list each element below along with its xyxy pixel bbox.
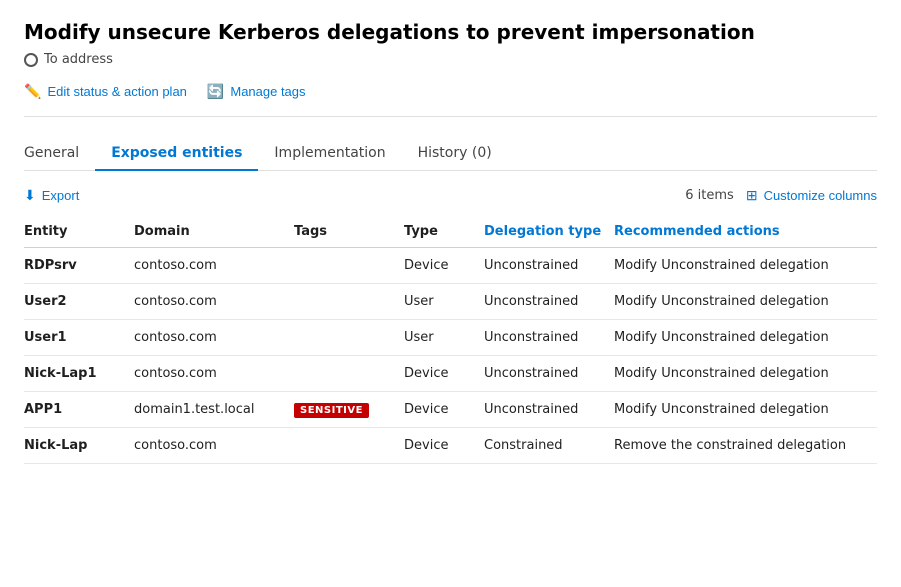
sensitive-badge: SENSITIVE (294, 403, 369, 418)
status-label: To address (44, 52, 113, 67)
cell-recommended: Modify Unconstrained delegation (614, 284, 877, 320)
toolbar-row: ⬇ Export 6 items ⊞ Customize columns (24, 187, 877, 204)
cell-domain: contoso.com (134, 428, 294, 464)
cell-tags (294, 356, 404, 392)
col-entity-header: Entity (24, 216, 134, 248)
cell-delegation: Unconstrained (484, 284, 614, 320)
actions-row: ✏️ Edit status & action plan 🔄 Manage ta… (24, 83, 877, 117)
cell-recommended: Modify Unconstrained delegation (614, 356, 877, 392)
cell-delegation: Unconstrained (484, 392, 614, 428)
tab-general[interactable]: General (24, 137, 95, 171)
entity-name: APP1 (24, 402, 62, 417)
cell-delegation: Constrained (484, 428, 614, 464)
edit-label: Edit status & action plan (47, 84, 186, 99)
cell-recommended: Modify Unconstrained delegation (614, 392, 877, 428)
edit-status-button[interactable]: ✏️ Edit status & action plan (24, 83, 187, 100)
col-recommended-header: Recommended actions (614, 216, 877, 248)
cell-entity: Nick-Lap (24, 428, 134, 464)
cell-type: Device (404, 248, 484, 284)
cell-type: Device (404, 392, 484, 428)
cell-tags (294, 428, 404, 464)
cell-entity: RDPsrv (24, 248, 134, 284)
cell-recommended: Remove the constrained delegation (614, 428, 877, 464)
cell-tags: SENSITIVE (294, 392, 404, 428)
items-count: 6 items (685, 188, 734, 203)
download-icon: ⬇ (24, 187, 36, 204)
cell-type: Device (404, 356, 484, 392)
cell-type: User (404, 284, 484, 320)
cell-entity: User1 (24, 320, 134, 356)
cell-domain: contoso.com (134, 248, 294, 284)
cell-delegation: Unconstrained (484, 320, 614, 356)
export-button[interactable]: ⬇ Export (24, 187, 79, 204)
cell-entity: Nick-Lap1 (24, 356, 134, 392)
tabs-row: General Exposed entities Implementation … (24, 137, 877, 171)
table-row: RDPsrv contoso.com DeviceUnconstrainedModi… (24, 248, 877, 284)
tag-icon: 🔄 (207, 83, 224, 100)
col-domain-header: Domain (134, 216, 294, 248)
cell-tags (294, 248, 404, 284)
tab-exposed[interactable]: Exposed entities (95, 137, 258, 171)
toolbar-right: 6 items ⊞ Customize columns (685, 187, 877, 204)
customize-label: Customize columns (764, 188, 877, 203)
manage-tags-button[interactable]: 🔄 Manage tags (207, 83, 306, 100)
cell-type: User (404, 320, 484, 356)
cell-delegation: Unconstrained (484, 248, 614, 284)
cell-recommended: Modify Unconstrained delegation (614, 248, 877, 284)
export-label: Export (42, 188, 80, 203)
cell-recommended: Modify Unconstrained delegation (614, 320, 877, 356)
cell-tags (294, 284, 404, 320)
table-header-row: Entity Domain Tags Type Delegation type … (24, 216, 877, 248)
table-row: Nick-Lap1 contoso.com DeviceUnconstrainedM… (24, 356, 877, 392)
table-row: User1 contoso.com UserUnconstrainedModify … (24, 320, 877, 356)
columns-icon: ⊞ (746, 187, 758, 204)
cell-tags (294, 320, 404, 356)
page-title: Modify unsecure Kerberos delegations to … (24, 20, 877, 44)
entity-name: Nick-Lap1 (24, 366, 97, 381)
entity-name: Nick-Lap (24, 438, 87, 453)
manage-label: Manage tags (230, 84, 305, 99)
cell-domain: contoso.com (134, 356, 294, 392)
col-delegation-header: Delegation type (484, 216, 614, 248)
entity-name: User2 (24, 294, 67, 309)
status-circle-icon (24, 53, 38, 67)
entity-name: User1 (24, 330, 67, 345)
cell-delegation: Unconstrained (484, 356, 614, 392)
tab-history[interactable]: History (0) (402, 137, 508, 171)
tab-implementation[interactable]: Implementation (258, 137, 401, 171)
table-row: APP1 domain1.test.localSENSITIVE DeviceUnc… (24, 392, 877, 428)
cell-domain: contoso.com (134, 284, 294, 320)
table-row: Nick-Lap contoso.com DeviceConstrainedRemo… (24, 428, 877, 464)
cell-entity: APP1 (24, 392, 134, 428)
status-row: To address (24, 52, 877, 67)
customize-columns-button[interactable]: ⊞ Customize columns (746, 187, 877, 204)
col-type-header: Type (404, 216, 484, 248)
edit-icon: ✏️ (24, 83, 41, 100)
entity-name: RDPsrv (24, 258, 77, 273)
col-tags-header: Tags (294, 216, 404, 248)
entities-table: Entity Domain Tags Type Delegation type … (24, 216, 877, 464)
cell-domain: domain1.test.local (134, 392, 294, 428)
table-row: User2 contoso.com UserUnconstrainedModify … (24, 284, 877, 320)
cell-domain: contoso.com (134, 320, 294, 356)
cell-entity: User2 (24, 284, 134, 320)
cell-type: Device (404, 428, 484, 464)
